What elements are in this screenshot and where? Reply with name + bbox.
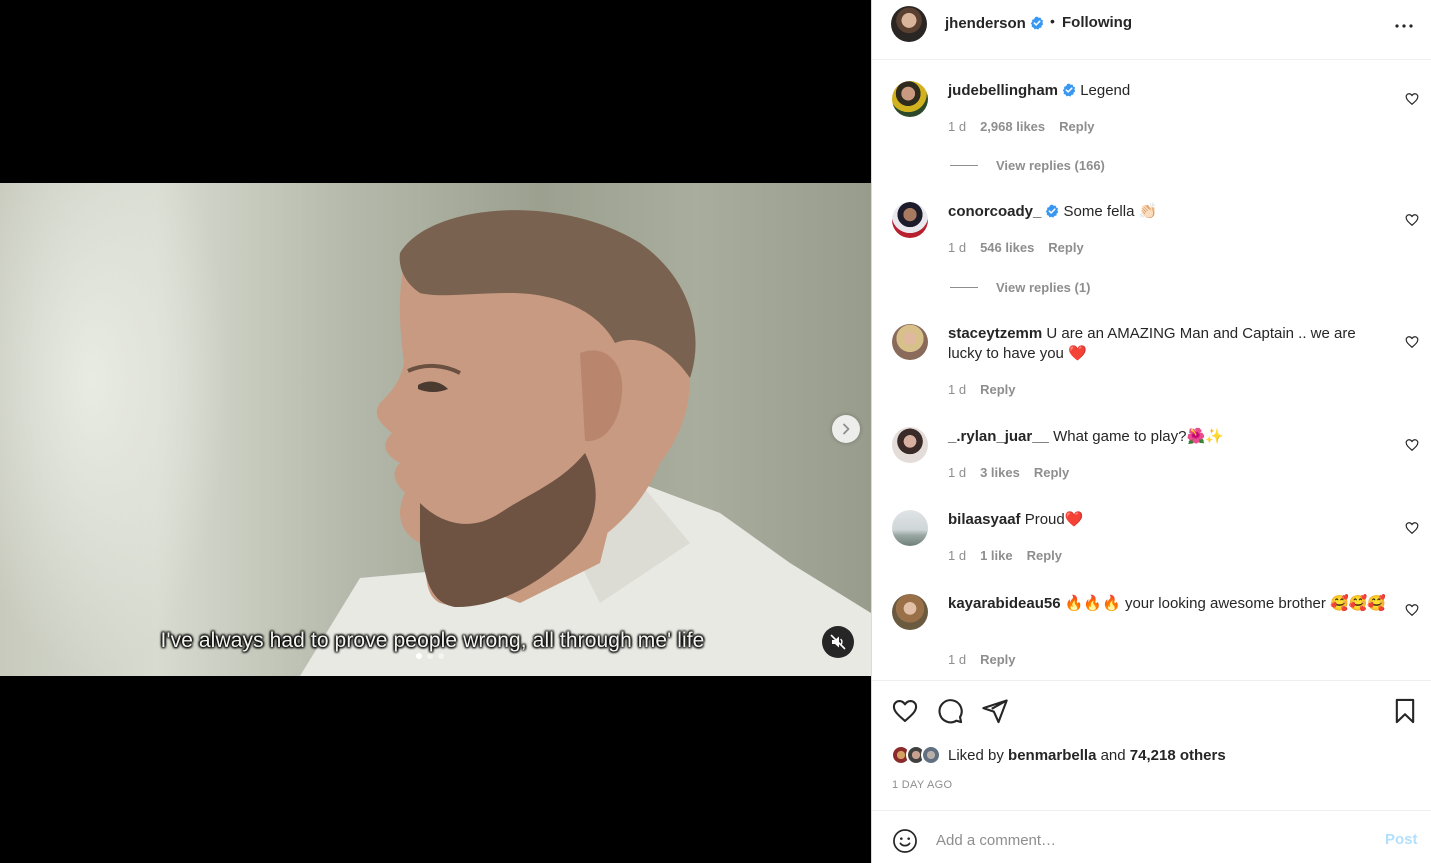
likes-count[interactable]: 74,218 others [1130,747,1226,764]
comment-bubble-icon[interactable] [936,697,964,725]
view-replies-label: View replies (166) [996,158,1105,173]
mute-toggle-button[interactable] [822,626,854,658]
reply-button[interactable]: Reply [980,652,1015,667]
carousel-next-button[interactable] [832,415,860,443]
author-username-text: jhenderson [945,15,1026,32]
view-replies-button[interactable]: View replies (1) [950,280,1090,295]
comment-text: bilaasyaaf Proud❤️ [948,510,1388,530]
commenter-avatar[interactable] [892,427,928,463]
comment-meta: 1 d Reply [948,652,1015,667]
share-send-icon[interactable] [981,697,1009,725]
reply-button[interactable]: Reply [1027,548,1062,563]
post-comment-button[interactable]: Post [1385,831,1418,848]
comment-like-heart-icon[interactable] [1405,92,1419,106]
comment-content: Some fella 👏🏻 [1063,203,1158,220]
comment-likes[interactable]: 3 likes [980,465,1020,480]
comment-like-heart-icon[interactable] [1405,603,1419,617]
liked-by-text: Liked by benmarbella and 74,218 others [948,747,1226,764]
carousel-dot [438,653,444,659]
reply-button[interactable]: Reply [1034,465,1069,480]
carousel-dot [427,653,433,659]
comment-meta: 1 d 2,968 likes Reply [948,119,1095,134]
comment-likes[interactable]: 546 likes [980,240,1034,255]
following-button[interactable]: Following [1062,14,1132,31]
commenter-username[interactable]: _.rylan_juar__ [948,428,1049,445]
liked-by-username[interactable]: benmarbella [1008,747,1096,764]
comment-text: staceytzemm U are an AMAZING Man and Cap… [948,324,1388,364]
verified-badge-icon [1046,204,1059,218]
view-replies-label: View replies (1) [996,280,1091,295]
post-header: jhenderson • Following [872,0,1431,60]
comment-input[interactable] [936,829,1356,851]
reply-button[interactable]: Reply [1059,119,1094,134]
liked-by-prefix: Liked by [948,746,1004,764]
commenter-avatar[interactable] [892,510,928,546]
comment-content: Proud❤️ [1024,511,1084,528]
commenter-username[interactable]: staceytzemm [948,325,1042,342]
reply-button[interactable]: Reply [1048,240,1083,255]
commenter-username[interactable]: kayarabideau56 [948,595,1061,612]
comment-text: kayarabideau56 🔥🔥🔥 your looking awesome … [948,594,1388,614]
liker-avatar[interactable] [921,745,941,765]
liked-by-and: and [1100,746,1126,764]
comment-likes[interactable]: 1 like [980,548,1013,563]
post-footer: Liked by benmarbella and 74,218 others 1… [872,680,1431,863]
commenter-avatar[interactable] [892,81,928,117]
comment-content: Legend [1080,82,1131,99]
commenter-username[interactable]: judebellingham [948,82,1058,99]
comment-meta: 1 d 3 likes Reply [948,465,1069,480]
comment-time: 1 d [948,652,967,667]
liked-by-row: Liked by benmarbella and 74,218 others [891,745,1226,765]
reply-button[interactable]: Reply [980,382,1015,397]
comment-likes[interactable]: 2,968 likes [980,119,1045,134]
commenter-avatar[interactable] [892,202,928,238]
verified-badge-icon [1030,16,1044,30]
view-replies-button[interactable]: View replies (166) [950,158,1105,173]
emoji-smiley-icon[interactable] [892,828,918,854]
header-separator: • [1050,13,1055,29]
carousel-indicator [416,653,444,659]
replies-divider [950,165,978,166]
replies-divider [950,287,978,288]
comment-text: conorcoady_ Some fella 👏🏻 [948,202,1388,222]
muted-speaker-icon [830,634,846,650]
comment-meta: 1 d Reply [948,382,1015,397]
post-timestamp[interactable]: 1 DAY AGO [892,779,952,791]
comment-text: judebellingham Legend [948,81,1388,101]
author-username[interactable]: jhenderson [945,15,1044,32]
comment-content: 🔥🔥🔥 your looking awesome brother 🥰🥰🥰 [1064,595,1387,612]
comment-time: 1 d [948,465,967,480]
post-media: I've always had to prove people wrong, a… [0,0,871,863]
author-avatar[interactable] [891,6,927,42]
commenter-username[interactable]: conorcoady_ [948,203,1041,220]
more-options-icon[interactable] [1392,14,1416,38]
comment-time: 1 d [948,240,967,255]
comments-list[interactable]: judebellingham Legend 1 d 2,968 likes Re… [872,60,1431,680]
comment-time: 1 d [948,382,967,397]
save-bookmark-icon[interactable] [1391,697,1419,725]
comment-text: _.rylan_juar__ What game to play?🌺✨ [948,427,1388,447]
verified-badge-icon [1062,83,1076,97]
commenter-username[interactable]: bilaasyaaf [948,511,1021,528]
like-heart-icon[interactable] [891,697,919,725]
comment-time: 1 d [948,548,967,563]
video-player[interactable]: I've always had to prove people wrong, a… [0,183,871,676]
comment-like-heart-icon[interactable] [1405,521,1419,535]
comment-time: 1 d [948,119,967,134]
carousel-dot-active [416,653,422,659]
comment-content: What game to play?🌺✨ [1053,428,1224,445]
chevron-right-icon [843,423,850,435]
post-details-panel: jhenderson • Following judebellingham Le… [871,0,1431,863]
comment-like-heart-icon[interactable] [1405,335,1419,349]
video-subtitle: I've always had to prove people wrong, a… [160,629,705,652]
commenter-avatar[interactable] [892,324,928,360]
add-comment-bar: Post [872,810,1431,863]
comment-like-heart-icon[interactable] [1405,213,1419,227]
comment-like-heart-icon[interactable] [1405,438,1419,452]
commenter-avatar[interactable] [892,594,928,630]
comment-meta: 1 d 1 like Reply [948,548,1062,563]
video-frame-portrait [300,210,871,676]
comment-meta: 1 d 546 likes Reply [948,240,1084,255]
